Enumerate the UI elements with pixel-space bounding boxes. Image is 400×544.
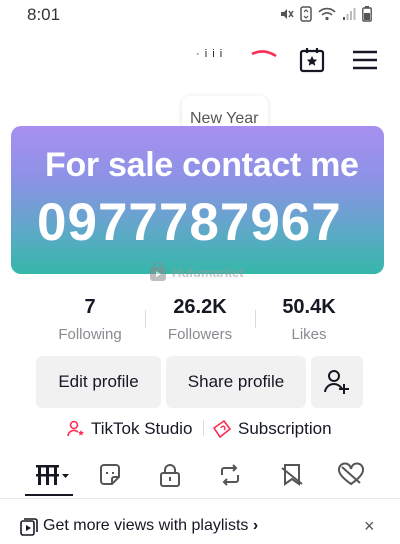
hamburger-menu-icon[interactable] bbox=[352, 50, 378, 70]
stat-likes-label: Likes bbox=[291, 326, 327, 343]
watermark-text: Hulumarket bbox=[172, 264, 244, 280]
profile-badge-partial bbox=[251, 50, 277, 58]
mute-icon bbox=[281, 9, 294, 19]
stat-followers-label: Followers bbox=[167, 326, 233, 343]
playlist-icon bbox=[20, 518, 38, 536]
sale-banner: For sale contact me 0977787967 bbox=[11, 126, 384, 274]
status-bar: 8:01 bbox=[0, 0, 400, 30]
subscription-label: Subscription bbox=[238, 419, 332, 438]
status-time: 8:01 bbox=[27, 5, 61, 24]
tabs-divider bbox=[0, 498, 400, 499]
tab-reposts[interactable] bbox=[215, 460, 245, 490]
subscription-link[interactable]: Subscription bbox=[212, 418, 332, 440]
close-icon[interactable]: × bbox=[364, 517, 378, 535]
stat-following-value: 7 bbox=[84, 296, 96, 318]
stat-following-label: Following bbox=[58, 326, 122, 343]
playlist-promo-bar[interactable]: Get more views with playlists › × bbox=[0, 508, 400, 544]
playlist-promo-text: Get more views with playlists › bbox=[43, 517, 258, 535]
watermark: Hulumarket bbox=[148, 262, 244, 282]
signal-icon bbox=[343, 8, 356, 20]
banner-phone-number: 0977787967 bbox=[37, 193, 342, 252]
stat-followers-value: 26.2K bbox=[173, 296, 227, 318]
sticker-icon bbox=[100, 464, 120, 485]
tab-liked[interactable] bbox=[336, 460, 366, 490]
videos-grid-icon bbox=[36, 465, 69, 485]
share-profile-button[interactable]: Share profile bbox=[166, 356, 306, 408]
links-divider bbox=[203, 420, 204, 436]
subscription-ticket-icon bbox=[212, 420, 232, 438]
stat-followers[interactable]: 26.2K Followers bbox=[145, 296, 255, 343]
tiktok-studio-link[interactable]: TikTok Studio bbox=[67, 418, 192, 440]
status-icons bbox=[280, 6, 372, 22]
add-person-icon bbox=[324, 370, 349, 394]
repost-icon bbox=[221, 464, 239, 486]
edit-profile-button[interactable]: Edit profile bbox=[36, 356, 161, 408]
add-friend-button[interactable] bbox=[311, 356, 363, 408]
saved-icon bbox=[281, 464, 303, 486]
tiktok-studio-label: TikTok Studio bbox=[91, 419, 193, 438]
banner-title: For sale contact me bbox=[45, 146, 359, 184]
calendar-star-icon[interactable] bbox=[298, 46, 326, 74]
cellular-data-icon bbox=[300, 6, 312, 22]
chevron-right-icon: › bbox=[252, 517, 259, 534]
tab-videos[interactable] bbox=[33, 460, 73, 490]
battery-icon bbox=[362, 6, 372, 22]
liked-heart-icon bbox=[338, 462, 364, 486]
studio-person-icon bbox=[67, 420, 84, 437]
stat-following[interactable]: 7 Following bbox=[35, 296, 145, 343]
playlist-promo-label: Get more views with playlists bbox=[43, 517, 249, 534]
shopping-bag-icon bbox=[150, 262, 166, 281]
active-tab-indicator bbox=[25, 494, 73, 496]
lock-icon bbox=[160, 464, 180, 487]
tab-stickers[interactable] bbox=[95, 460, 125, 490]
wifi-icon bbox=[318, 7, 336, 21]
profile-name-partial: · i i i bbox=[196, 48, 224, 60]
stat-likes[interactable]: 50.4K Likes bbox=[254, 296, 364, 343]
tab-private[interactable] bbox=[155, 460, 185, 490]
stat-likes-value: 50.4K bbox=[282, 296, 336, 318]
tab-saved[interactable] bbox=[277, 460, 307, 490]
